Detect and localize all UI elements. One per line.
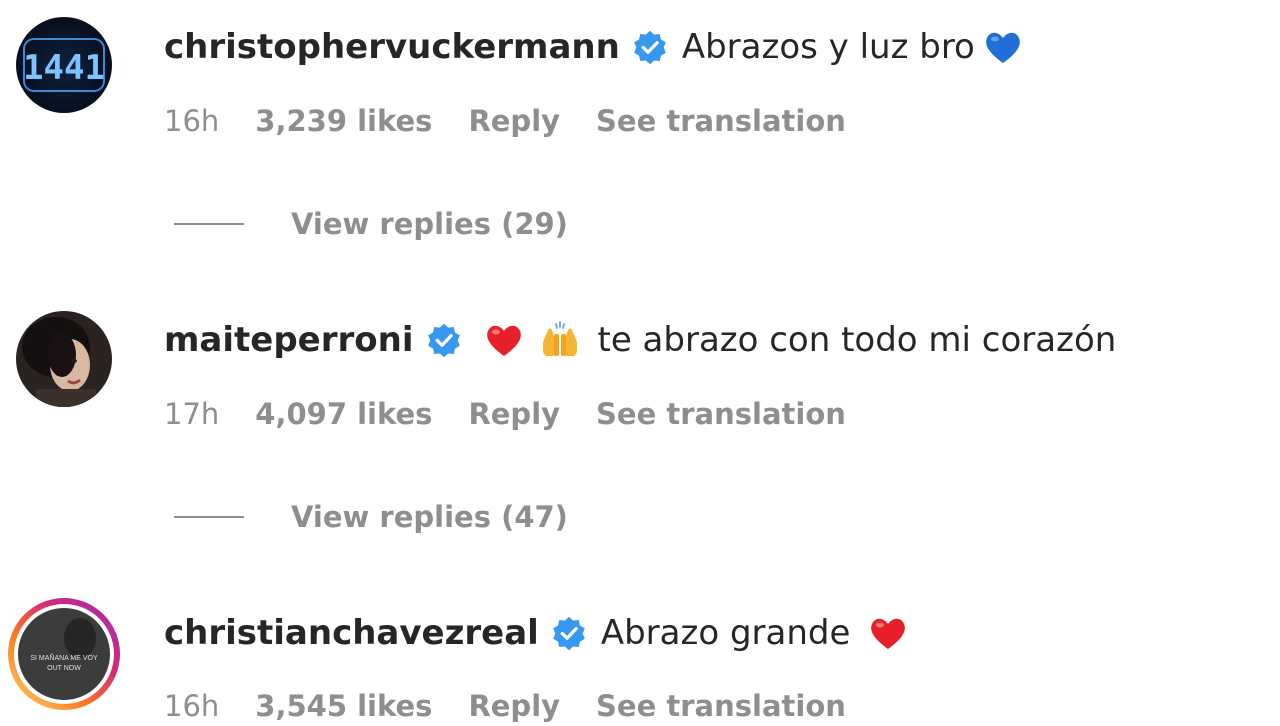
red-heart-icon — [868, 613, 908, 653]
comment-text: Abrazo grande — [600, 613, 851, 653]
reply-button[interactable]: Reply — [468, 104, 560, 138]
avatar-text: 1441 — [23, 48, 105, 88]
see-translation-button[interactable]: See translation — [596, 104, 846, 138]
red-heart-icon — [484, 320, 524, 360]
verified-badge-icon — [551, 615, 587, 651]
view-replies-label: View replies (29) — [291, 207, 568, 241]
avatar-text: SI MAÑANA ME VOY — [30, 653, 98, 662]
avatar-text: OUT NOW — [47, 665, 81, 672]
see-translation-button[interactable]: See translation — [596, 397, 846, 431]
view-replies-button[interactable]: View replies (47) — [174, 497, 568, 537]
reply-button[interactable]: Reply — [468, 397, 560, 431]
divider — [174, 516, 244, 518]
likes-count[interactable]: 3,545 likes — [255, 689, 432, 723]
view-replies-button[interactable]: View replies (29) — [174, 204, 568, 244]
comment-text: te abrazo con todo mi corazón — [597, 320, 1117, 360]
comment-time: 16h — [164, 689, 220, 723]
divider — [174, 223, 244, 225]
comment-time: 17h — [164, 397, 220, 431]
comment-username[interactable]: christianchavezreal — [164, 613, 539, 653]
see-translation-button[interactable]: See translation — [596, 689, 846, 723]
verified-badge-icon — [426, 322, 462, 358]
likes-count[interactable]: 3,239 likes — [255, 104, 432, 138]
avatar-story-ring[interactable]: SI MAÑANA ME VOY OUT NOW — [6, 596, 122, 712]
comment-text: Abrazos y luz bro — [681, 27, 975, 67]
avatar[interactable]: 1441 — [16, 17, 112, 113]
comment-username[interactable]: christophervuckermann — [164, 27, 620, 67]
view-replies-label: View replies (47) — [291, 500, 568, 534]
verified-badge-icon — [632, 29, 668, 65]
raising-hands-icon — [540, 320, 580, 360]
comment-username[interactable]: maiteperroni — [164, 320, 414, 360]
comment-time: 16h — [164, 104, 220, 138]
likes-count[interactable]: 4,097 likes — [255, 397, 432, 431]
avatar[interactable] — [16, 311, 112, 407]
blue-heart-icon — [983, 27, 1023, 67]
reply-button[interactable]: Reply — [468, 689, 560, 723]
